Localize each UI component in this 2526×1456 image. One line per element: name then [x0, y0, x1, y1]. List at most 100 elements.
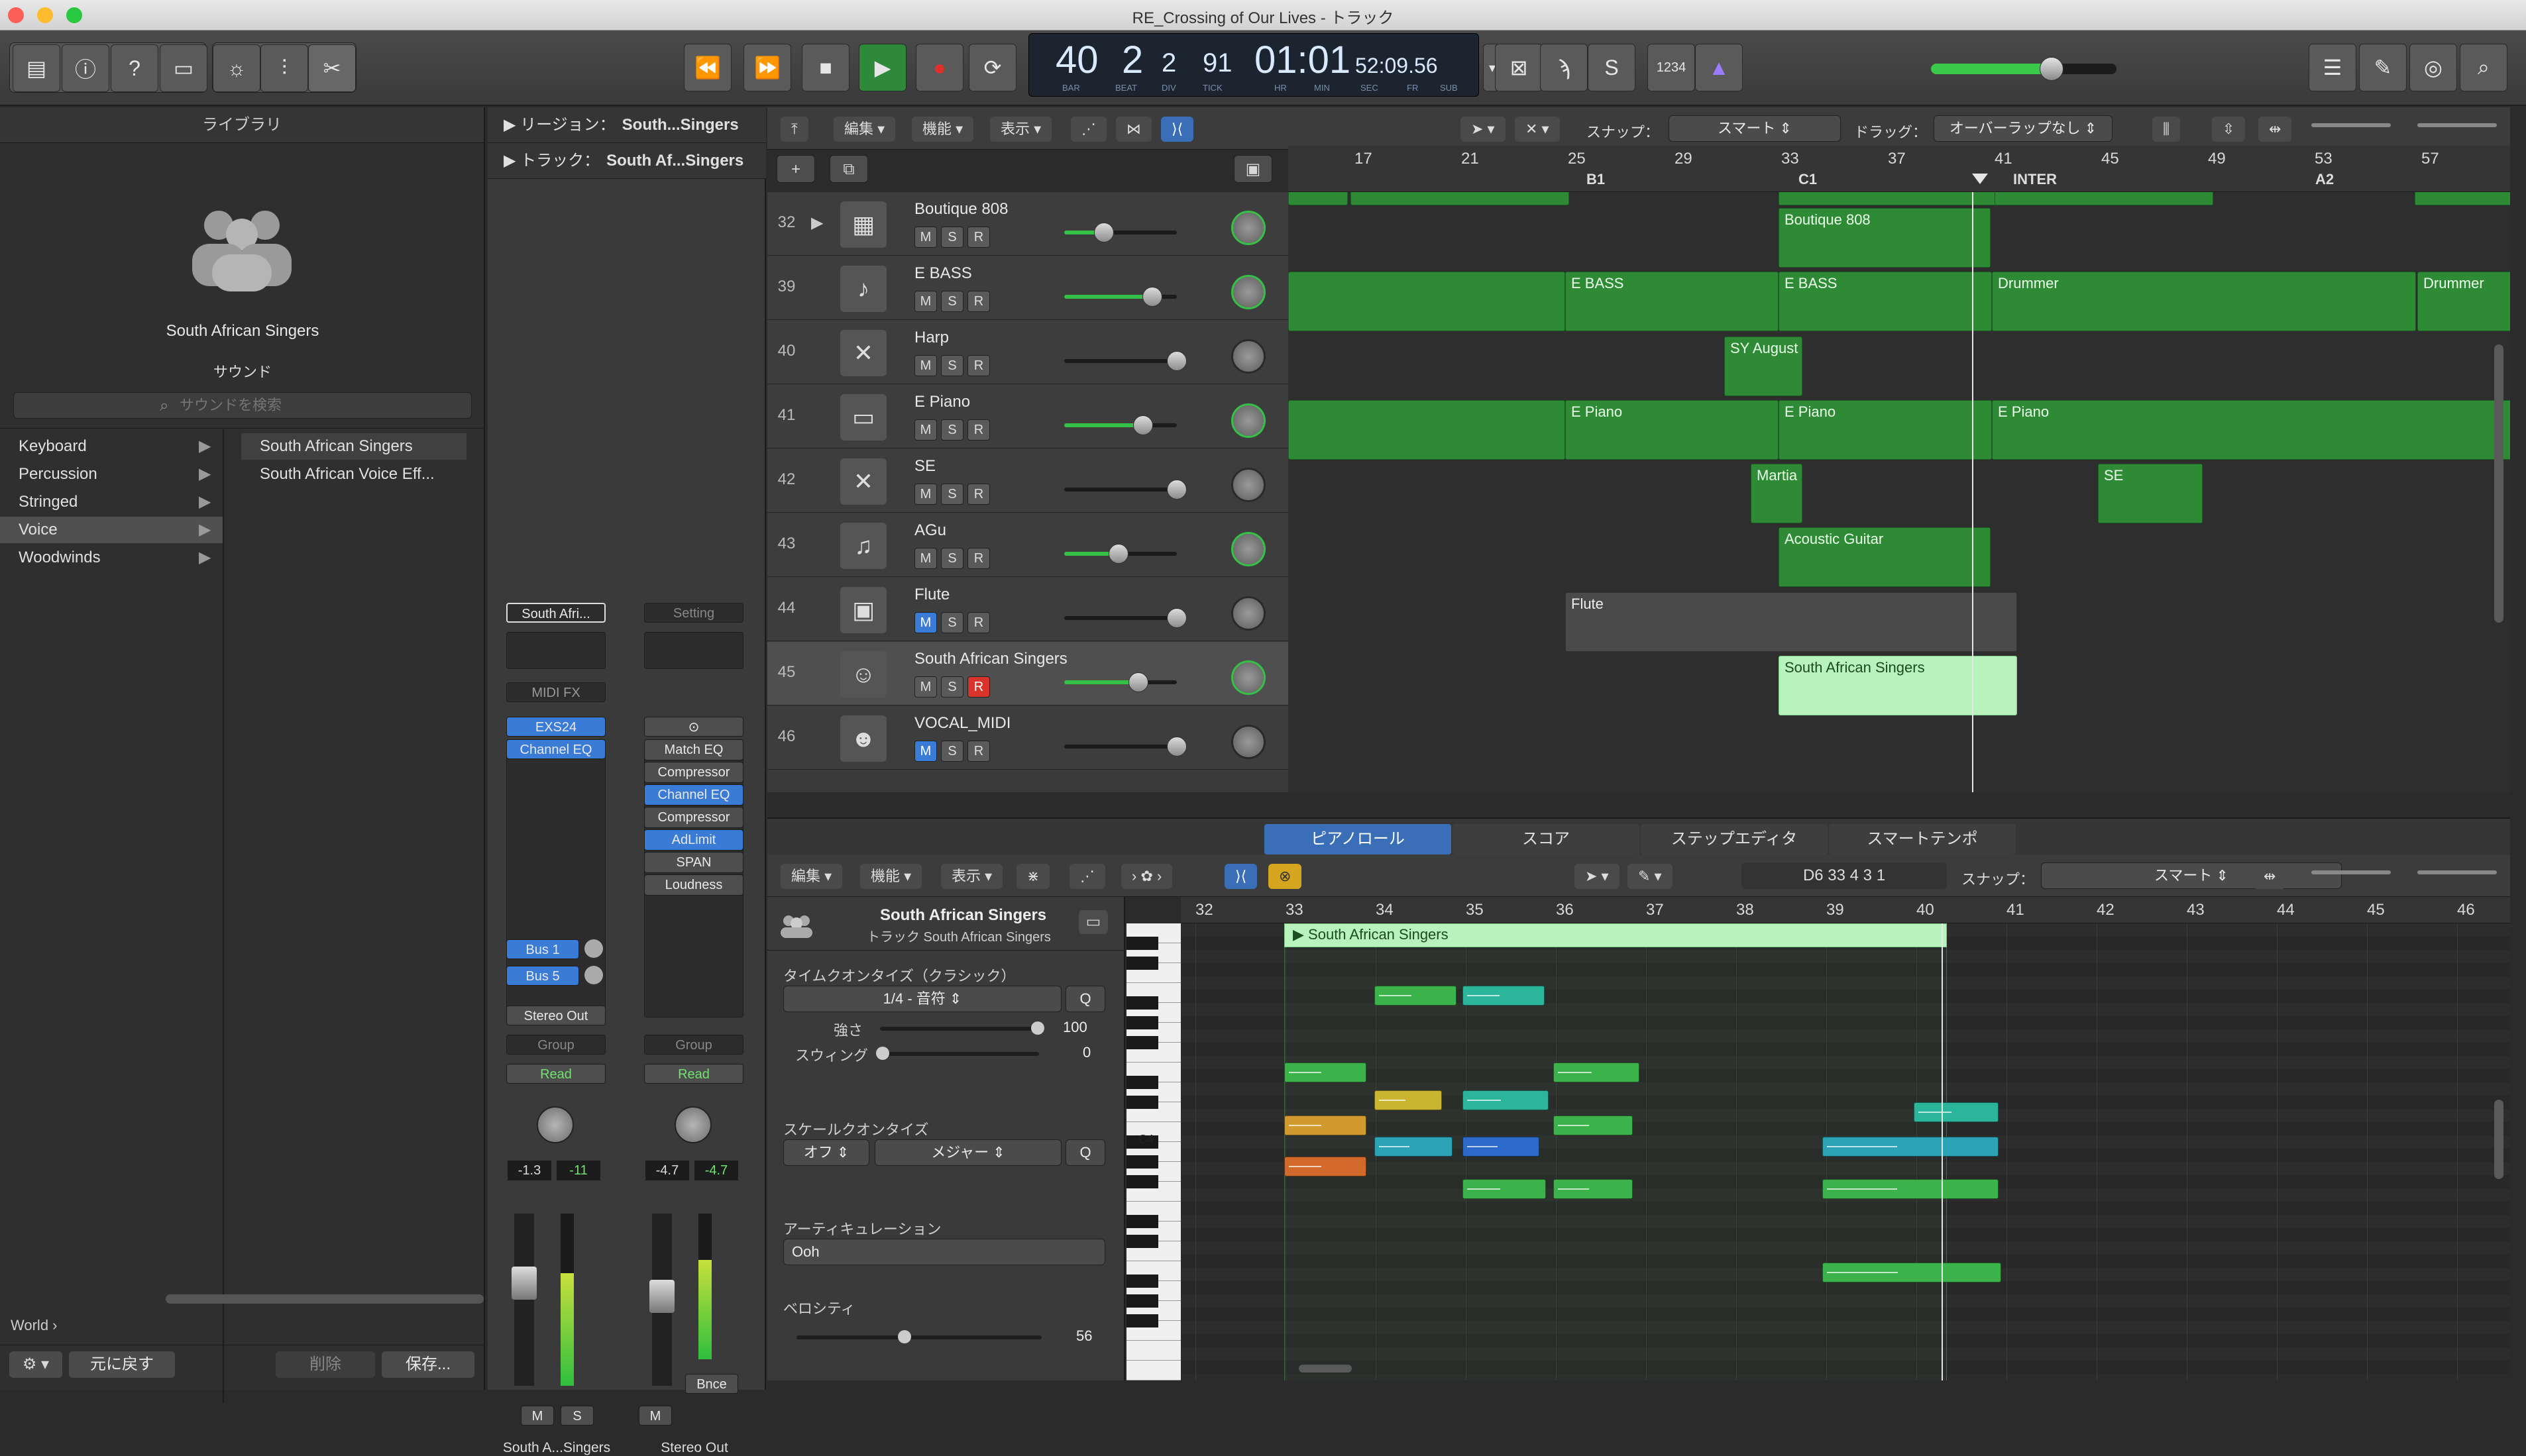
- pr-region-toggle-icon[interactable]: ▭: [1079, 910, 1108, 934]
- mute-button[interactable]: M: [914, 355, 937, 376]
- mute-button[interactable]: M: [914, 548, 937, 569]
- solo-button[interactable]: S: [941, 484, 963, 505]
- midi-note[interactable]: [1822, 1263, 2001, 1282]
- swing-slider[interactable]: [876, 1047, 1039, 1060]
- strip2-group[interactable]: Group: [644, 1035, 743, 1055]
- region-inspector-row[interactable]: ▶ リージョン： South...Singers: [488, 107, 766, 143]
- region-drummer-1[interactable]: Drummer: [1992, 272, 2416, 331]
- track-row[interactable]: 44 ▣ Flute M S R: [767, 578, 1288, 641]
- solo-button[interactable]: S: [941, 612, 963, 633]
- library-scrollbar[interactable]: [166, 1294, 484, 1304]
- solo-button[interactable]: S: [941, 419, 963, 441]
- track-volume-knob[interactable]: [1167, 737, 1187, 756]
- strip1-midi-fx-slot[interactable]: MIDI FX: [506, 682, 606, 702]
- strip2-setting-button[interactable]: Setting: [644, 603, 743, 623]
- strength-slider[interactable]: [880, 1021, 1044, 1035]
- strip2-fader-cap[interactable]: [649, 1280, 675, 1313]
- piano-black-key[interactable]: [1126, 1215, 1158, 1228]
- library-item[interactable]: South African Singers: [241, 433, 467, 460]
- pr-snap-popup[interactable]: スマート ⇕: [2041, 862, 2342, 889]
- revert-button[interactable]: 元に戻す: [69, 1351, 175, 1378]
- track-volume-knob[interactable]: [1167, 480, 1187, 499]
- region-se-1[interactable]: Martia: [1751, 464, 1802, 523]
- strip2-fx-slot-5[interactable]: AdLimit: [644, 829, 743, 851]
- piano-black-key[interactable]: [1126, 957, 1158, 970]
- track-pan-knob[interactable]: [1231, 532, 1266, 566]
- record-button[interactable]: ●: [916, 44, 963, 91]
- midi-note[interactable]: [1553, 1063, 1639, 1082]
- strip1-automation[interactable]: Read: [506, 1064, 606, 1084]
- rewind-button[interactable]: ⏪: [684, 44, 732, 91]
- midi-in-icon[interactable]: ⟩⟨: [1161, 117, 1194, 142]
- track-volume-slider[interactable]: [1064, 287, 1177, 307]
- region-flute[interactable]: Flute: [1565, 592, 2017, 652]
- track-volume-slider[interactable]: [1064, 608, 1187, 628]
- track-stack-disclosure-icon[interactable]: ▶: [811, 213, 823, 233]
- midi-note[interactable]: [1462, 986, 1545, 1006]
- automation-icon[interactable]: ⋰: [1071, 117, 1107, 142]
- midi-note[interactable]: [1284, 1157, 1366, 1176]
- track-row[interactable]: 39 ♪ E BASS M S R: [767, 256, 1288, 320]
- solo-button[interactable]: S: [941, 291, 963, 312]
- region-drummer-2[interactable]: Drummer: [2417, 272, 2510, 331]
- record-enable-button[interactable]: R: [967, 419, 990, 441]
- track-pan-knob[interactable]: [1231, 403, 1266, 438]
- strip1-setting-button[interactable]: South Afri...: [506, 603, 606, 623]
- velocity-slider[interactable]: [796, 1330, 1042, 1343]
- tracks-drag-popup[interactable]: オーバーラップなし ⇕: [1934, 115, 2113, 142]
- pr-playhead[interactable]: [1942, 923, 1943, 1380]
- replace-mode-icon[interactable]: ⊠: [1495, 44, 1543, 91]
- track-volume-knob[interactable]: [1133, 415, 1153, 435]
- track-volume-slider[interactable]: [1064, 223, 1177, 242]
- pr-midi-in-icon[interactable]: ⟩⟨: [1225, 864, 1258, 889]
- mute-button[interactable]: M: [914, 291, 937, 312]
- piano-black-key[interactable]: [1126, 937, 1158, 950]
- track-volume-knob[interactable]: [1093, 223, 1114, 242]
- catch-playhead-icon[interactable]: ⤒: [781, 117, 808, 142]
- secondary-tool-icon[interactable]: ✕ ▾: [1515, 117, 1560, 142]
- strip1-fader-cap[interactable]: [512, 1267, 537, 1300]
- tracks-function-menu[interactable]: 機能 ▾: [912, 117, 974, 142]
- piano-black-key[interactable]: [1126, 1036, 1158, 1049]
- browser-search-icon[interactable]: ⌕: [2460, 44, 2507, 91]
- track-row[interactable]: 45 ☺ South African Singers M S R: [767, 642, 1288, 705]
- strip2-fx-slot-4[interactable]: Compressor: [644, 807, 743, 828]
- record-enable-button[interactable]: R: [967, 676, 990, 698]
- vertical-fit-icon[interactable]: ⇳: [2212, 117, 2246, 142]
- pr-pointer-tool-icon[interactable]: ➤ ▾: [1574, 864, 1620, 889]
- fast-forward-button[interactable]: ⏩: [743, 44, 791, 91]
- strength-slider-knob[interactable]: [1031, 1021, 1044, 1035]
- pr-region-header[interactable]: ▶ South African Singers: [1284, 923, 1947, 947]
- region-se-2[interactable]: SE: [2098, 464, 2203, 523]
- piano-white-key[interactable]: [1126, 1341, 1181, 1361]
- midi-note[interactable]: [1284, 1116, 1366, 1135]
- tracks-edit-menu[interactable]: 編集 ▾: [834, 117, 896, 142]
- midi-note[interactable]: [1284, 1063, 1366, 1082]
- pr-horizontal-fit-icon[interactable]: ⇹: [2253, 864, 2287, 889]
- track-volume-knob[interactable]: [1128, 672, 1149, 692]
- strip1-eq-thumbnail[interactable]: [506, 632, 606, 669]
- track-row[interactable]: 46 ☻ VOCAL_MIDI M S R: [767, 706, 1288, 770]
- piano-roll-ruler[interactable]: 32 33 34 35 36 37 38 39 40 41 42 43 44 45 46: [1181, 897, 2510, 923]
- midi-note[interactable]: [1553, 1116, 1633, 1135]
- marker[interactable]: C1: [1798, 171, 1817, 188]
- horizontal-fit-icon[interactable]: ⇹: [2258, 117, 2292, 142]
- list-editors-icon[interactable]: ☰: [2309, 44, 2356, 91]
- pr-horizontal-zoom-slider[interactable]: [2417, 870, 2497, 874]
- pr-link-icon[interactable]: ⊗: [1268, 864, 1302, 889]
- track-volume-slider[interactable]: [1064, 544, 1177, 564]
- midi-note[interactable]: [1462, 1090, 1549, 1110]
- library-footer-path[interactable]: World ›: [11, 1317, 58, 1334]
- strip1-output[interactable]: Stereo Out: [506, 1006, 606, 1025]
- region-boutique-808[interactable]: Boutique 808: [1779, 208, 1991, 268]
- piano-black-key[interactable]: [1126, 1076, 1158, 1089]
- track-row[interactable]: 32 ▶ ▦ Boutique 808 M S R: [767, 192, 1288, 256]
- track-pan-knob[interactable]: [1231, 339, 1266, 374]
- quantize-popup[interactable]: 1/4 - 音符 ⇕: [783, 986, 1062, 1012]
- playhead-head-icon[interactable]: [1972, 174, 1988, 184]
- global-tracks-icon[interactable]: ▣: [1234, 155, 1272, 183]
- pr-automation-icon[interactable]: ⋰: [1070, 864, 1105, 889]
- editors-scissors-icon[interactable]: ✂: [308, 44, 356, 92]
- articulation-popup[interactable]: Ooh: [783, 1239, 1105, 1265]
- track-row[interactable]: 42 ✕ SE M S R: [767, 449, 1288, 513]
